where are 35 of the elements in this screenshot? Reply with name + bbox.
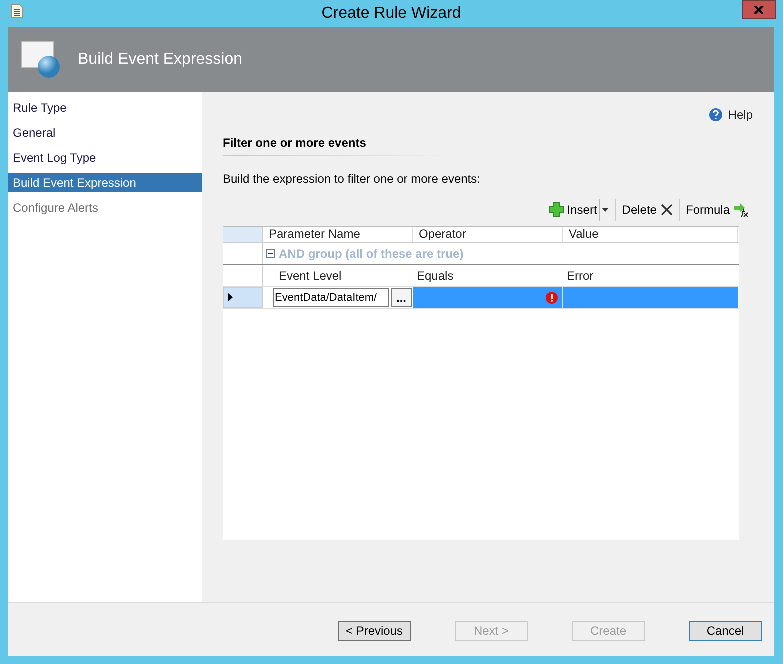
sidebar-item[interactable]: Event Log Type (8, 148, 202, 167)
help-link[interactable]: Help (728, 106, 753, 124)
insert-button[interactable]: Insert (547, 201, 600, 219)
sidebar-item[interactable]: Rule Type (8, 98, 202, 117)
window-globe-icon (21, 40, 61, 78)
table-cell-text: Event Level (278, 268, 343, 285)
insert-dropdown[interactable] (599, 199, 612, 221)
section-title: Filter one or more events (223, 135, 368, 152)
document-icon (11, 4, 24, 19)
column-header: Parameter Name (263, 227, 413, 242)
wizard-button[interactable]: < Previous (338, 620, 411, 640)
plus-icon (549, 202, 566, 218)
caret-icon (602, 208, 610, 212)
help-icon (709, 108, 724, 122)
browse-button[interactable]: ... (391, 288, 412, 307)
parameter-input[interactable]: EventData/DataItem/ (273, 288, 389, 307)
delete-button[interactable]: Delete (620, 201, 675, 219)
collapse-icon[interactable] (266, 249, 275, 258)
close-icon (660, 204, 673, 216)
table-cell-text: Equals (416, 268, 455, 285)
group-label: AND group (all of these are true) (279, 246, 464, 262)
page-title: Build Event Expression (78, 50, 243, 70)
current-row-icon (228, 293, 233, 302)
close-button[interactable] (742, 0, 776, 19)
table-cell-text: Error (566, 268, 595, 285)
sidebar-item[interactable]: General (8, 123, 202, 142)
column-header: Operator (413, 227, 563, 242)
formula-button[interactable]: Formula (684, 201, 751, 219)
sidebar-item[interactable]: Build Event Expression (8, 173, 202, 192)
instruction-text: Build the expression to filter one or more events: (223, 171, 482, 188)
wizard-button[interactable]: Cancel (689, 620, 762, 640)
close-icon (754, 6, 764, 14)
window-title: Create Rule Wizard (322, 4, 462, 24)
arrow-fx-icon (733, 202, 749, 218)
column-header: Value (563, 227, 738, 242)
